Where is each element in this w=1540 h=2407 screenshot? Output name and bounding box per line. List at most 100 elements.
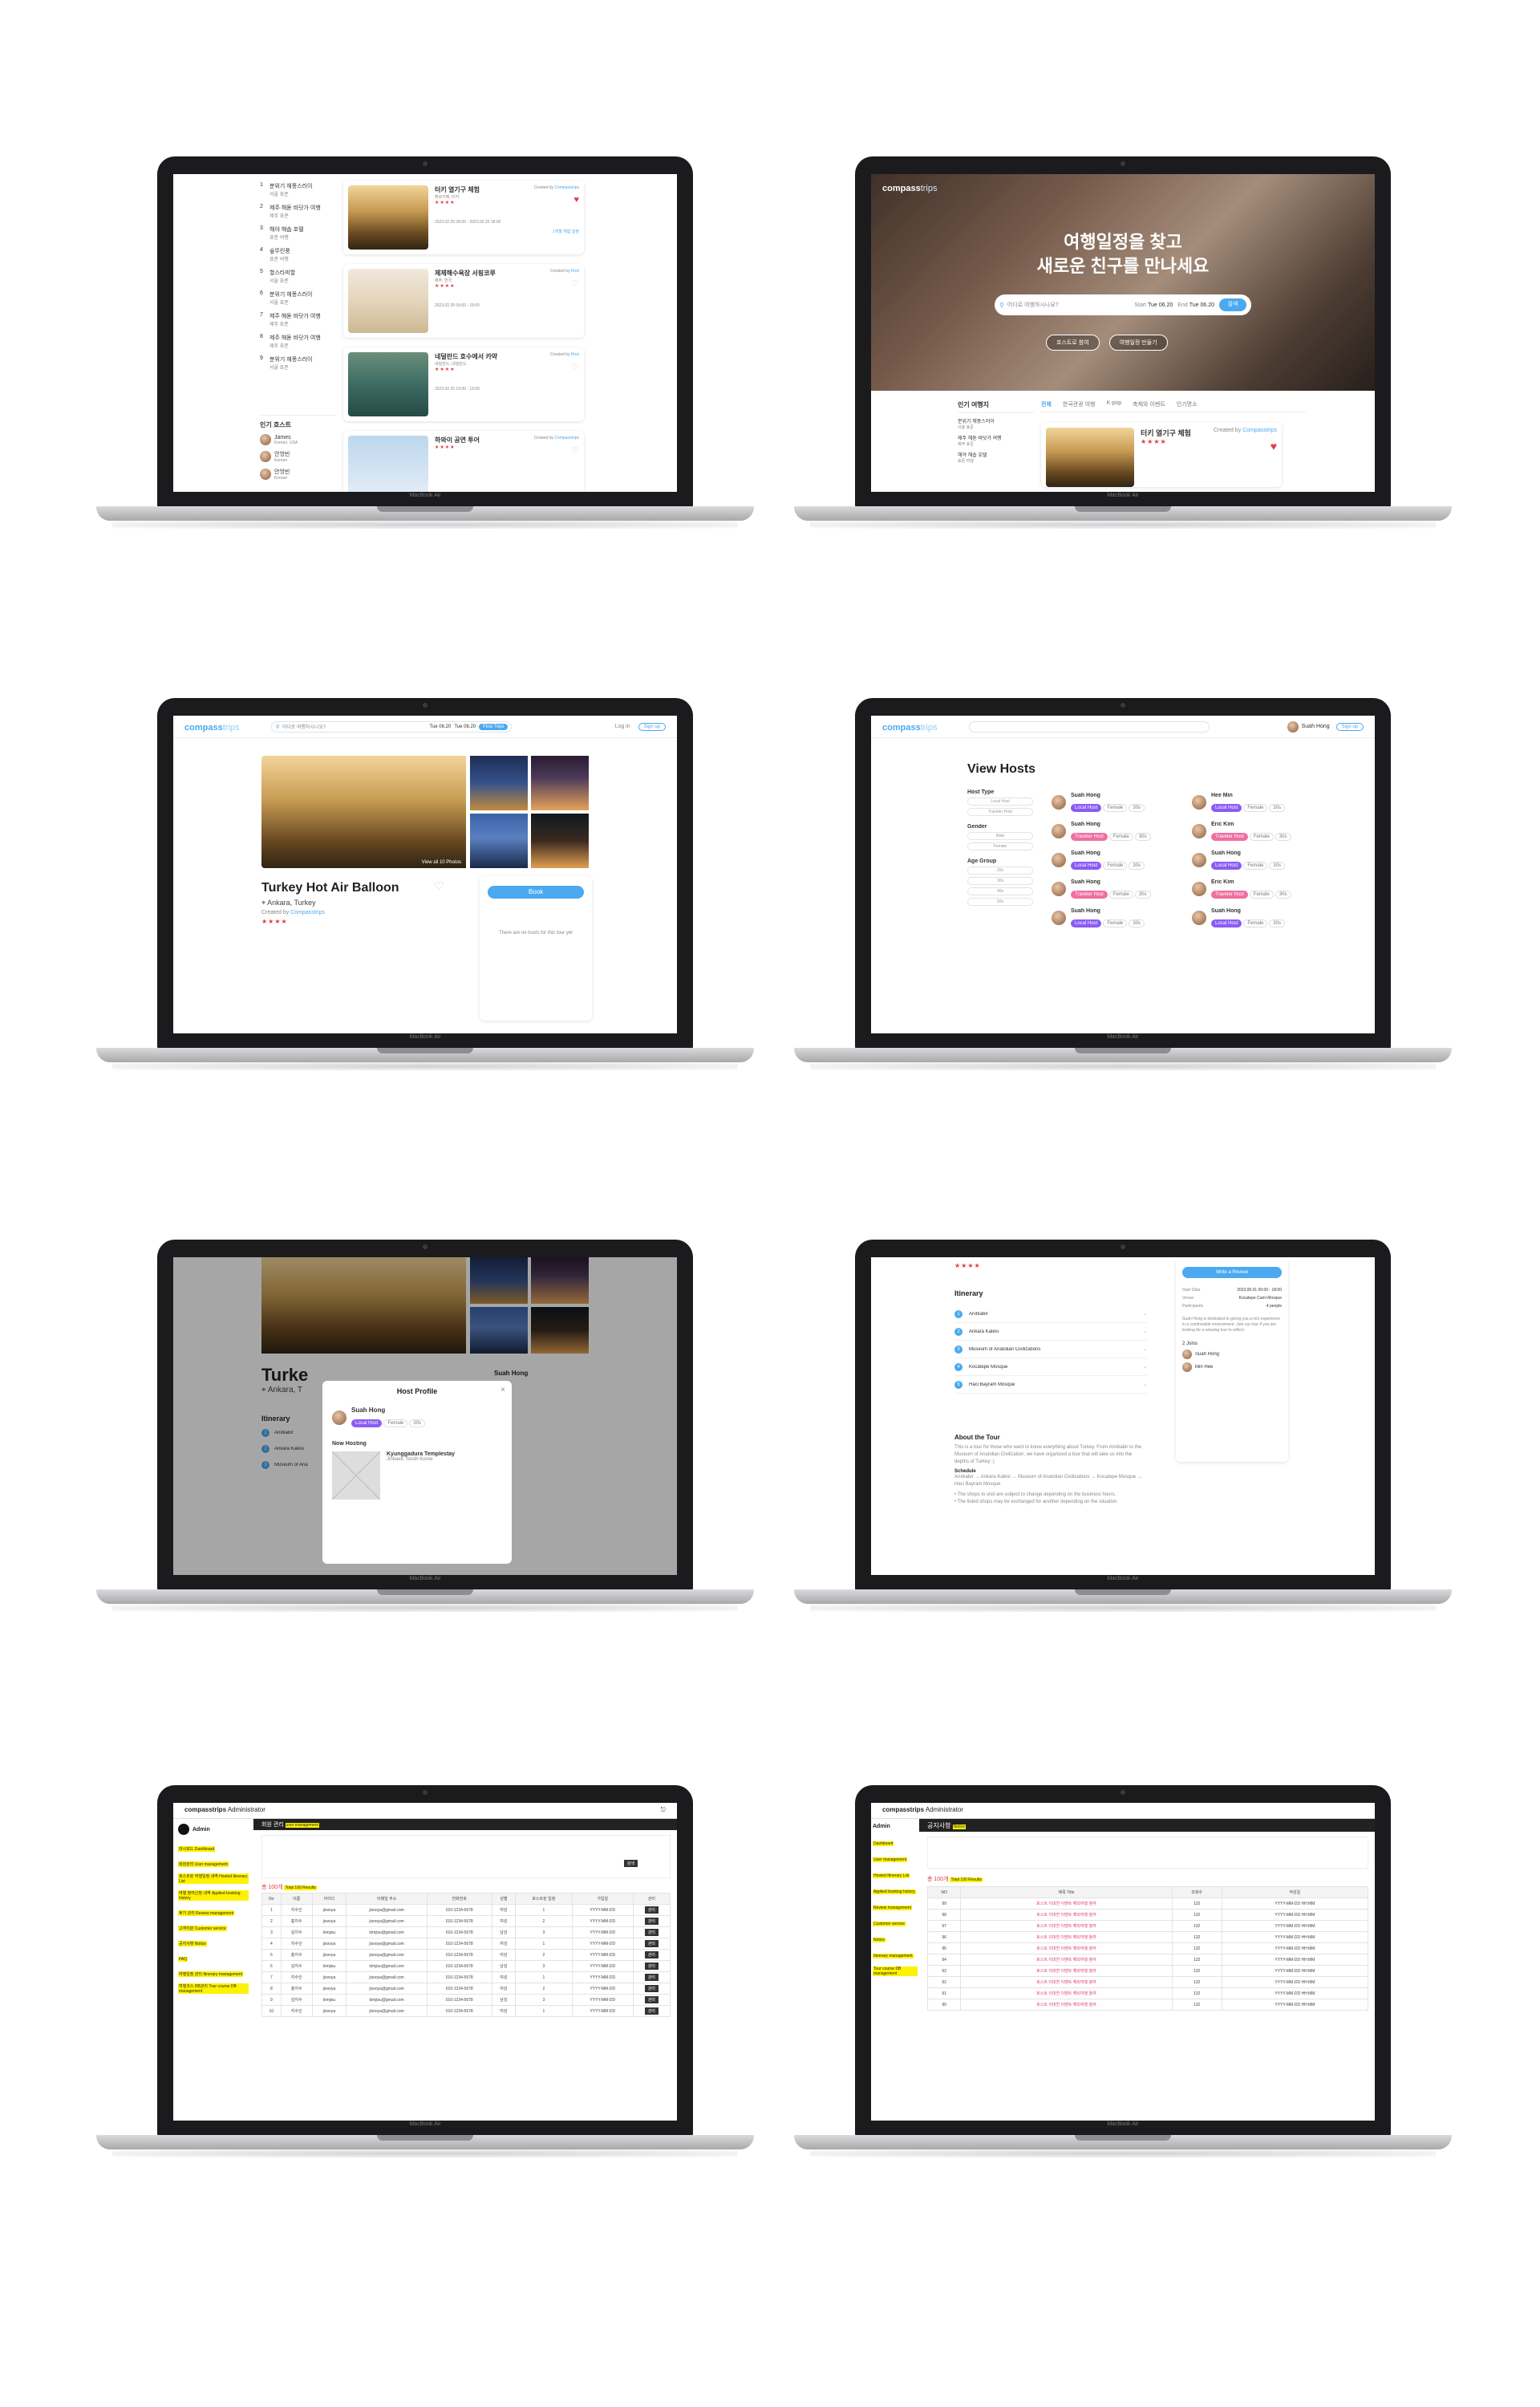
user-name[interactable]: Suah Hong xyxy=(1302,724,1330,729)
photo-thumb[interactable] xyxy=(470,756,528,810)
filter-option[interactable]: Traveler Host xyxy=(967,808,1033,816)
admin-nav-item[interactable]: Applied booking history xyxy=(873,1889,916,1894)
admin-nav-item[interactable]: 여행 참여신청 내역 Applied booking history xyxy=(178,1890,249,1901)
admin-nav-item[interactable]: Customer service xyxy=(873,1922,906,1926)
category-tab[interactable]: 전체 xyxy=(1041,400,1052,408)
creator-link[interactable]: Compasstrips xyxy=(290,910,325,915)
host-card[interactable]: Suah Hong Local Host Female 30s xyxy=(1192,850,1312,871)
ranking-item[interactable]: 8 제주 해돋 바닷가 여행 제주 표준 xyxy=(260,334,336,349)
admin-nav-item[interactable]: 여행코스 DB관리 Tour course DB management xyxy=(178,1983,249,1994)
signup-button[interactable]: Sign up xyxy=(638,722,666,731)
trip-card[interactable]: 터키 열기구 체험 ★★★★ Created by Compasstrips ♥ xyxy=(1041,423,1282,487)
admin-nav-item[interactable]: Notice xyxy=(873,1938,886,1942)
admin-nav-item[interactable]: Itinerary management xyxy=(873,1954,914,1958)
ranking-item[interactable]: 5 할스타피할 서울 표준 xyxy=(260,269,336,284)
admin-nav-item[interactable]: 호스트된 여행일정 내역 Hosted Itinerary List xyxy=(178,1873,249,1884)
heart-icon[interactable]: ♡ xyxy=(523,362,579,372)
host-card[interactable]: Eric Kim Traveler Host Female 30s xyxy=(1192,821,1312,842)
trip-card[interactable]: 하와이 공연 투어 ★★★★ Created by Compasstrips ♡ xyxy=(343,431,584,492)
table-cell[interactable]: 호스트 이대연 이벤트 해외여행 참여 xyxy=(960,1942,1173,1954)
table-row[interactable]: 93 호스트 이대연 이벤트 해외여행 참여 132 YYYY-MM-DD HH:MM xyxy=(926,1965,1369,1977)
filter-option[interactable]: Female xyxy=(967,842,1033,850)
table-cell[interactable]: 호스트 이대연 이벤트 해외여행 참여 xyxy=(960,1920,1173,1932)
admin-nav-item[interactable]: 여행일정 관리 Itinerary management xyxy=(178,1971,244,1977)
admin-nav-item[interactable]: 고객지원 Customer service xyxy=(178,1926,227,1931)
itinerary-stop[interactable]: 1 Anıtkabir ⌄ xyxy=(954,1305,1147,1323)
host-card[interactable]: Eric Kim Traveler Host Female 30s xyxy=(1192,879,1312,899)
host-item[interactable]: 안엉빈 Korean xyxy=(260,450,336,463)
table-row[interactable]: 4 지수인 jisooya jisooya@gmail.com 010-1234-567… xyxy=(261,1938,671,1950)
manage-button[interactable]: 관리 xyxy=(644,1963,659,1970)
admin-nav-item[interactable]: 후기 관리 Review management xyxy=(178,1910,235,1916)
destination-item[interactable]: 제주 해돋 바닷가 여행 제주 표준 xyxy=(958,434,1034,447)
filter-option[interactable]: Local Host xyxy=(967,798,1033,806)
table-row[interactable]: 91 호스트 이대연 이벤트 해외여행 참여 132 YYYY-MM-DD HH:MM xyxy=(926,1987,1369,1999)
admin-nav-item[interactable]: Hosted Itinerary List xyxy=(873,1873,910,1878)
table-row[interactable]: 9 김지수 kimjisu kimjisu@gmail.com 010-1234-567… xyxy=(261,1994,671,2006)
chevron-down-icon[interactable]: ⌄ xyxy=(1143,1382,1147,1387)
tour-thumbnail[interactable] xyxy=(331,1451,381,1500)
photo-thumb[interactable] xyxy=(531,756,589,810)
admin-nav-item[interactable]: Tour course DB management xyxy=(873,1967,918,1976)
table-row[interactable]: 92 호스트 이대연 이벤트 해외여행 참여 132 YYYY-MM-DD HH:MM xyxy=(926,1976,1369,1988)
admin-nav-item[interactable]: FAQ xyxy=(178,1957,188,1962)
trip-card-link[interactable]: 1개월 체험 일정 xyxy=(523,229,579,234)
host-card[interactable]: Suah Hong Traveler Host Female 30s xyxy=(1052,821,1172,842)
creator-link[interactable]: Compasstrips xyxy=(554,185,579,190)
table-row[interactable]: 99 호스트 이대연 이벤트 해외여행 참여 132 YYYY-MM-DD HH:MM xyxy=(926,1898,1369,1910)
close-icon[interactable]: × xyxy=(500,1386,505,1394)
table-cell[interactable]: 호스트 이대연 이벤트 해외여행 참여 xyxy=(960,1976,1173,1988)
end-date[interactable]: Tue 06.20 xyxy=(1189,302,1214,308)
search-input[interactable]: 어디로 여행하시나요? xyxy=(282,723,430,730)
user-avatar[interactable] xyxy=(1287,720,1299,733)
host-card[interactable]: Suah Hong Local Host Female 30s xyxy=(1052,907,1172,928)
itinerary-stop[interactable]: 4 Kocatepe Mosque ⌄ xyxy=(954,1358,1147,1376)
chevron-down-icon[interactable]: ⌄ xyxy=(1143,1364,1147,1370)
search-button[interactable]: 검색 xyxy=(1219,298,1246,311)
host-row[interactable]: Min Hee xyxy=(1182,1362,1282,1372)
view-all-photos[interactable]: View all 10 Photos xyxy=(422,860,461,865)
heart-icon[interactable]: ♥ xyxy=(1214,440,1277,453)
table-row[interactable]: 3 김지수 kimjisu kimjisu@gmail.com 010-1234-567… xyxy=(261,1926,671,1938)
table-row[interactable]: 95 호스트 이대연 이벤트 해외여행 참여 132 YYYY-MM-DD HH:MM xyxy=(926,1942,1369,1954)
ranking-item[interactable]: 9 분위기 헤풍스러이 서울 표준 xyxy=(260,355,336,371)
creator-link[interactable]: Host xyxy=(571,352,579,357)
table-row[interactable]: 8 홍지수 jisooya jisooya@gmail.com 010-1234-567… xyxy=(261,1983,671,1995)
manage-button[interactable]: 관리 xyxy=(644,1974,659,1981)
table-cell[interactable]: 호스트 이대연 이벤트 해외여행 참여 xyxy=(960,1898,1173,1910)
filter-option[interactable]: 30s xyxy=(967,877,1033,885)
host-item[interactable]: 안엉빈 Korean xyxy=(260,468,336,481)
ranking-item[interactable]: 4 숲뚜린풍 표준 여행 xyxy=(260,247,336,262)
table-row[interactable]: 98 호스트 이대연 이벤트 해외여행 참여 132 YYYY-MM-DD HH:MM xyxy=(926,1909,1369,1921)
itinerary-stop[interactable]: 2 Ankara Kalesi ⌄ xyxy=(954,1323,1147,1341)
logo[interactable]: compasstrips xyxy=(184,720,239,734)
manage-button[interactable]: 관리 xyxy=(644,2007,659,2015)
book-button[interactable]: Book xyxy=(488,886,584,899)
login-link[interactable]: Log in xyxy=(615,724,630,729)
creator-link[interactable]: Host xyxy=(571,269,579,274)
photo-thumb[interactable] xyxy=(531,814,589,868)
search-bar[interactable] xyxy=(969,720,1210,733)
signup-button[interactable]: Sign up xyxy=(1335,722,1364,731)
host-item[interactable]: James Korean, USA xyxy=(260,434,336,445)
manage-button[interactable]: 관리 xyxy=(644,1906,659,1914)
trip-card[interactable]: 네덜란드 호수에서 카약 네덜란드, 네덜란드 ★★★★ 2023.02.25 10:… xyxy=(343,347,584,421)
chevron-down-icon[interactable]: ⌄ xyxy=(1143,1311,1147,1317)
table-row[interactable]: 1 지수인 jisooya jisooya@gmail.com 010-1234-567… xyxy=(261,1904,671,1916)
host-card[interactable]: Suah Hong Local Host Female 30s xyxy=(1052,850,1172,871)
manage-button[interactable]: 관리 xyxy=(644,1996,659,2003)
manage-button[interactable]: 관리 xyxy=(644,1951,659,1958)
manage-button[interactable]: 관리 xyxy=(644,1929,659,1936)
manage-button[interactable]: 관리 xyxy=(644,1985,659,1992)
manage-button[interactable]: 관리 xyxy=(644,1940,659,1947)
host-card[interactable]: Suah Hong Traveler Host Female 30s xyxy=(1052,879,1172,899)
table-row[interactable]: 7 지수인 jisooya jisooya@gmail.com 010-1234-567… xyxy=(261,1971,671,1983)
ranking-item[interactable]: 2 제주 해돋 바닷가 여행 제주 표준 xyxy=(260,204,336,219)
admin-nav-item[interactable]: User management xyxy=(873,1857,908,1862)
filter-option[interactable]: Male xyxy=(967,832,1033,840)
table-row[interactable]: 2 홍지수 jisooya jisooya@gmail.com 010-1234-567… xyxy=(261,1915,671,1927)
table-row[interactable]: 94 호스트 이대연 이벤트 해외여행 참여 132 YYYY-MM-DD HH:MM xyxy=(926,1954,1369,1966)
find-trips-button[interactable]: Find Trips xyxy=(479,723,509,730)
ranking-item[interactable]: 3 해야 해솝 호텔 표준 여행 xyxy=(260,225,336,241)
table-row[interactable]: 6 김지수 kimjisu kimjisu@gmail.com 010-1234-567… xyxy=(261,1960,671,1972)
